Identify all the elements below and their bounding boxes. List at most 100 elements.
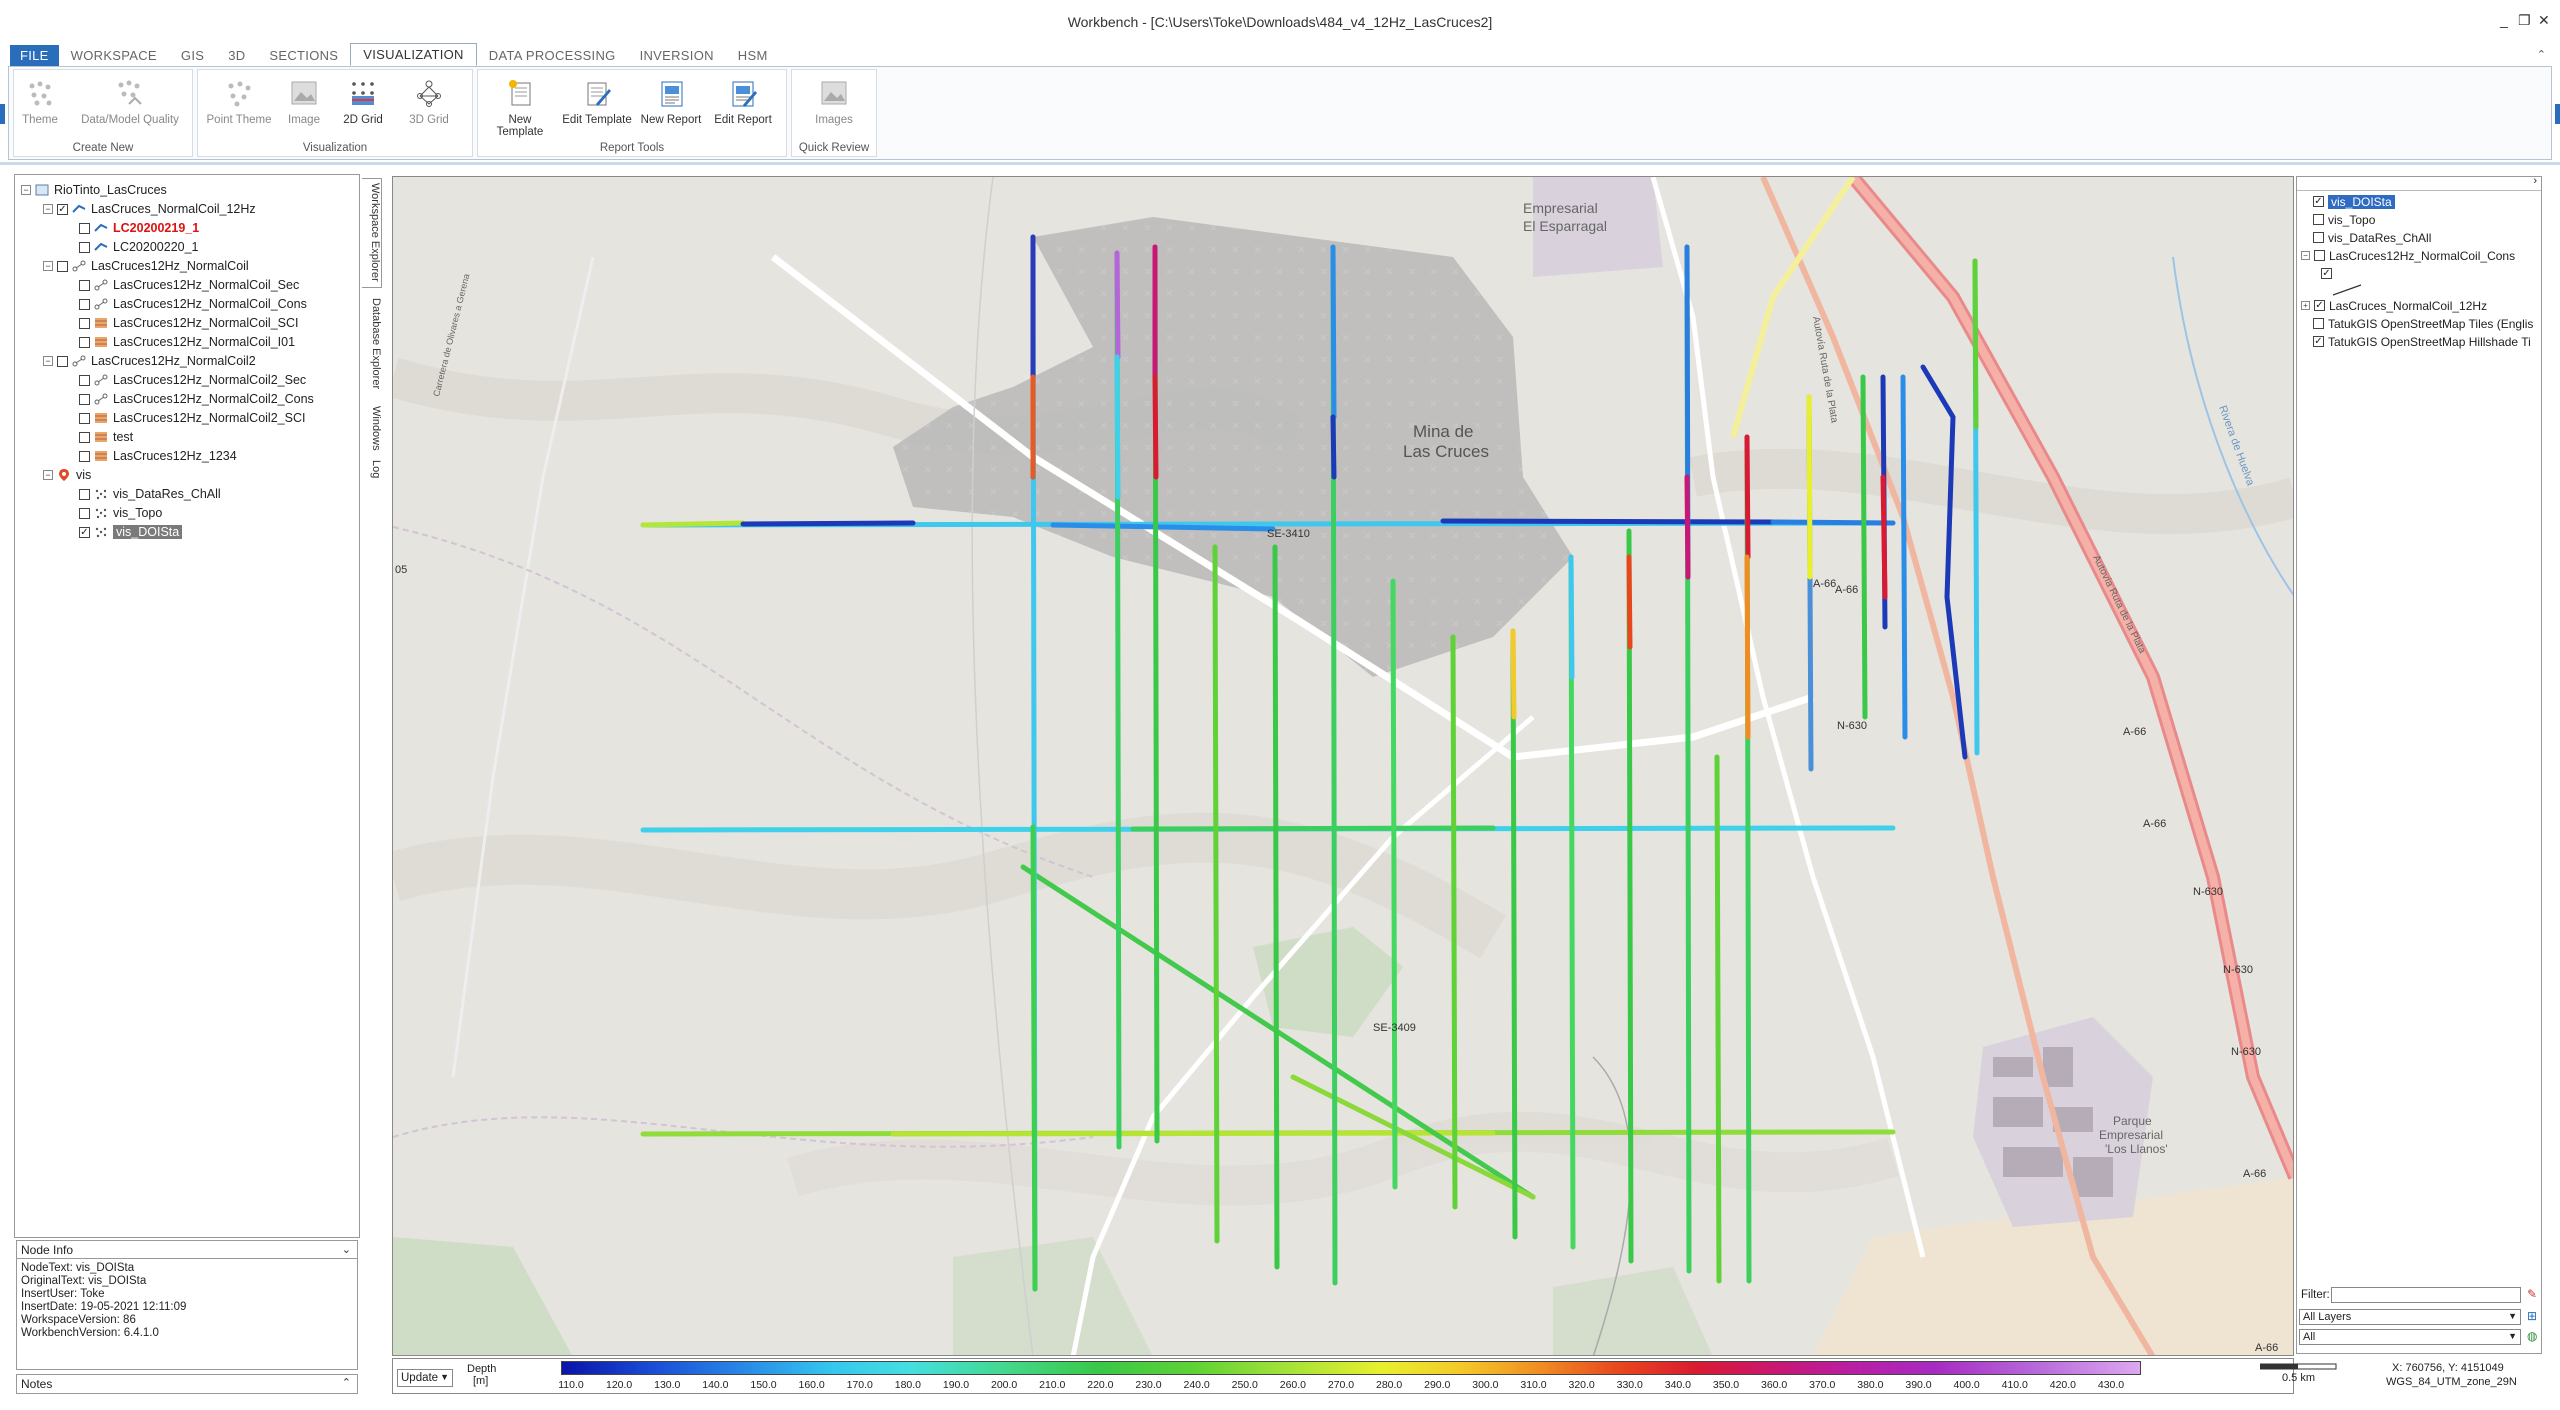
tree-node-normalcoil2-sec[interactable]: LasCruces12Hz_NormalCoil2_Sec [79, 371, 306, 389]
tree-node-normalcoil-cons[interactable]: LasCruces12Hz_NormalCoil_Cons [79, 295, 307, 313]
globe-icon[interactable]: ◍ [2527, 1329, 2537, 1343]
layer-item-normalcoil-12hz[interactable]: + ✓ LasCruces_NormalCoil_12Hz [2301, 297, 2487, 314]
tab-windows[interactable]: Windows [362, 402, 382, 452]
map-canvas[interactable]: Empresarial El Esparragal Mina de Las Cr… [393, 177, 2294, 1356]
update-dropdown[interactable]: Update ▼ [397, 1369, 453, 1387]
chevron-down-icon[interactable]: ⌄ [342, 1243, 351, 1256]
edit-report-button[interactable]: Edit Report [710, 76, 776, 126]
tree-node-vis[interactable]: − vis [43, 466, 91, 484]
layer-checkbox[interactable] [57, 355, 68, 367]
tree-node-test[interactable]: test [79, 428, 133, 446]
images-button[interactable]: Images [806, 76, 862, 126]
tree-node-lc20200220[interactable]: LC20200220_1 [79, 238, 199, 256]
close-button[interactable]: ✕ [2538, 12, 2550, 29]
layer-item-vis-topo[interactable]: vis_Topo [2301, 211, 2375, 228]
tree-node-normalcoil-i01[interactable]: LasCruces12Hz_NormalCoil_I01 [79, 333, 295, 351]
new-template-button[interactable]: New Template [484, 76, 556, 138]
layer-checkbox[interactable] [79, 298, 90, 310]
chevron-up-icon[interactable]: ⌃ [342, 1376, 351, 1389]
visibility-select[interactable]: All ▼ [2299, 1329, 2521, 1345]
layer-item-vis-doista[interactable]: ✓ vis_DOISta [2301, 193, 2395, 210]
layer-add-icon[interactable]: ⊞ [2527, 1309, 2537, 1323]
collapse-icon[interactable]: − [21, 185, 31, 195]
tree-node-normalcoil[interactable]: − LasCruces12Hz_NormalCoil [43, 257, 249, 275]
chevron-right-icon[interactable]: › [2533, 175, 2537, 187]
tab-visualization[interactable]: VISUALIZATION [350, 43, 477, 66]
layer-checkbox[interactable]: ✓ [2313, 336, 2324, 347]
image-button[interactable]: Image [282, 76, 326, 126]
layer-item-normalcoil-cons[interactable]: − LasCruces12Hz_NormalCoil_Cons [2301, 247, 2515, 264]
layer-checkbox[interactable] [2313, 232, 2324, 243]
layer-checkbox[interactable] [79, 450, 90, 462]
layer-item-osm-tiles[interactable]: TatukGIS OpenStreetMap Tiles (Englis [2301, 315, 2533, 332]
tree-node-root[interactable]: − RioTinto_LasCruces [21, 181, 167, 199]
layer-checkbox[interactable] [79, 412, 90, 424]
tree-node-normalcoil-12hz[interactable]: − ✓ LasCruces_NormalCoil_12Hz [43, 200, 256, 218]
scale-bar [2259, 1362, 2340, 1370]
layer-checkbox[interactable] [2313, 214, 2324, 225]
tree-node-1234[interactable]: LasCruces12Hz_1234 [79, 447, 237, 465]
filter-input[interactable] [2331, 1287, 2521, 1303]
layer-checkbox[interactable] [79, 431, 90, 443]
layer-checkbox[interactable] [79, 222, 90, 234]
tree-node-vis-doista[interactable]: ✓ vis_DOISta [79, 523, 183, 541]
tab-sections[interactable]: SECTIONS [257, 45, 350, 66]
tree-node-normalcoil2-sci[interactable]: LasCruces12Hz_NormalCoil2_SCI [79, 409, 305, 427]
layer-checkbox[interactable]: ✓ [2321, 268, 2332, 279]
edit-template-button[interactable]: Edit Template [562, 76, 632, 126]
layer-checkbox[interactable]: ✓ [2313, 196, 2324, 207]
layer-type-select[interactable]: All Layers ▼ [2299, 1309, 2521, 1325]
collapse-icon[interactable]: − [43, 470, 53, 480]
layer-checkbox[interactable] [79, 241, 90, 253]
layer-checkbox[interactable] [79, 279, 90, 291]
layer-checkbox[interactable] [79, 336, 90, 348]
3d-grid-button[interactable]: 3D Grid [402, 76, 456, 126]
layer-checkbox[interactable] [57, 260, 68, 272]
tab-hsm[interactable]: HSM [726, 45, 780, 66]
tree-node-vis-datares[interactable]: vis_DataRes_ChAll [79, 485, 221, 503]
tab-workspace-explorer[interactable]: Workspace Explorer [362, 178, 382, 288]
layer-checkbox[interactable]: ✓ [57, 203, 68, 215]
tab-file[interactable]: FILE [10, 45, 59, 66]
tree-node-normalcoil2-cons[interactable]: LasCruces12Hz_NormalCoil2_Cons [79, 390, 314, 408]
tab-data-processing[interactable]: DATA PROCESSING [477, 45, 628, 66]
layer-checkbox[interactable] [2313, 318, 2324, 329]
layer-checkbox[interactable] [79, 488, 90, 500]
ribbon-collapse-icon[interactable]: ⌃ [2537, 48, 2546, 61]
layer-checkbox[interactable] [79, 507, 90, 519]
layer-checkbox[interactable]: ✓ [2314, 300, 2325, 311]
layer-checkbox[interactable] [79, 374, 90, 386]
tab-log[interactable]: Log [362, 456, 382, 486]
tree-node-normalcoil-sec[interactable]: LasCruces12Hz_NormalCoil_Sec [79, 276, 299, 294]
layer-item-osm-hillshade[interactable]: ✓ TatukGIS OpenStreetMap Hillshade Ti [2301, 333, 2531, 350]
tree-node-lc20200219[interactable]: LC20200219_1 [79, 219, 199, 237]
tree-node-normalcoil-sci[interactable]: LasCruces12Hz_NormalCoil_SCI [79, 314, 299, 332]
tree-node-normalcoil2[interactable]: − LasCruces12Hz_NormalCoil2 [43, 352, 256, 370]
tree-node-vis-topo[interactable]: vis_Topo [79, 504, 162, 522]
map-view[interactable]: Empresarial El Esparragal Mina de Las Cr… [392, 176, 2294, 1356]
collapse-icon[interactable]: − [43, 261, 53, 271]
tab-inversion[interactable]: INVERSION [628, 45, 726, 66]
collapse-icon[interactable]: − [43, 204, 53, 214]
data-model-quality-button[interactable]: Data/Model Quality [76, 76, 184, 126]
layer-checkbox[interactable] [79, 317, 90, 329]
collapse-icon[interactable]: − [43, 356, 53, 366]
tab-3d[interactable]: 3D [216, 45, 257, 66]
clear-filter-icon[interactable]: ✎ [2527, 1287, 2537, 1301]
minimize-button[interactable]: _ [2500, 12, 2508, 28]
theme-button[interactable]: Theme [20, 76, 60, 126]
notes-panel[interactable]: Notes ⌃ [16, 1374, 358, 1394]
layer-checkbox[interactable] [2314, 250, 2325, 261]
layer-checkbox[interactable]: ✓ [79, 526, 90, 538]
tab-database-explorer[interactable]: Database Explorer [362, 294, 382, 398]
layer-item-vis-datares[interactable]: vis_DataRes_ChAll [2301, 229, 2431, 246]
2d-grid-button[interactable]: 2D Grid [338, 76, 388, 126]
restore-button[interactable]: ❐ [2518, 12, 2531, 29]
collapse-icon[interactable]: − [2301, 251, 2310, 260]
point-theme-button[interactable]: Point Theme [204, 76, 274, 126]
new-report-button[interactable]: New Report [638, 76, 704, 126]
tab-gis[interactable]: GIS [169, 45, 216, 66]
tab-workspace[interactable]: WORKSPACE [59, 45, 169, 66]
layer-checkbox[interactable] [79, 393, 90, 405]
expand-icon[interactable]: + [2301, 301, 2310, 310]
